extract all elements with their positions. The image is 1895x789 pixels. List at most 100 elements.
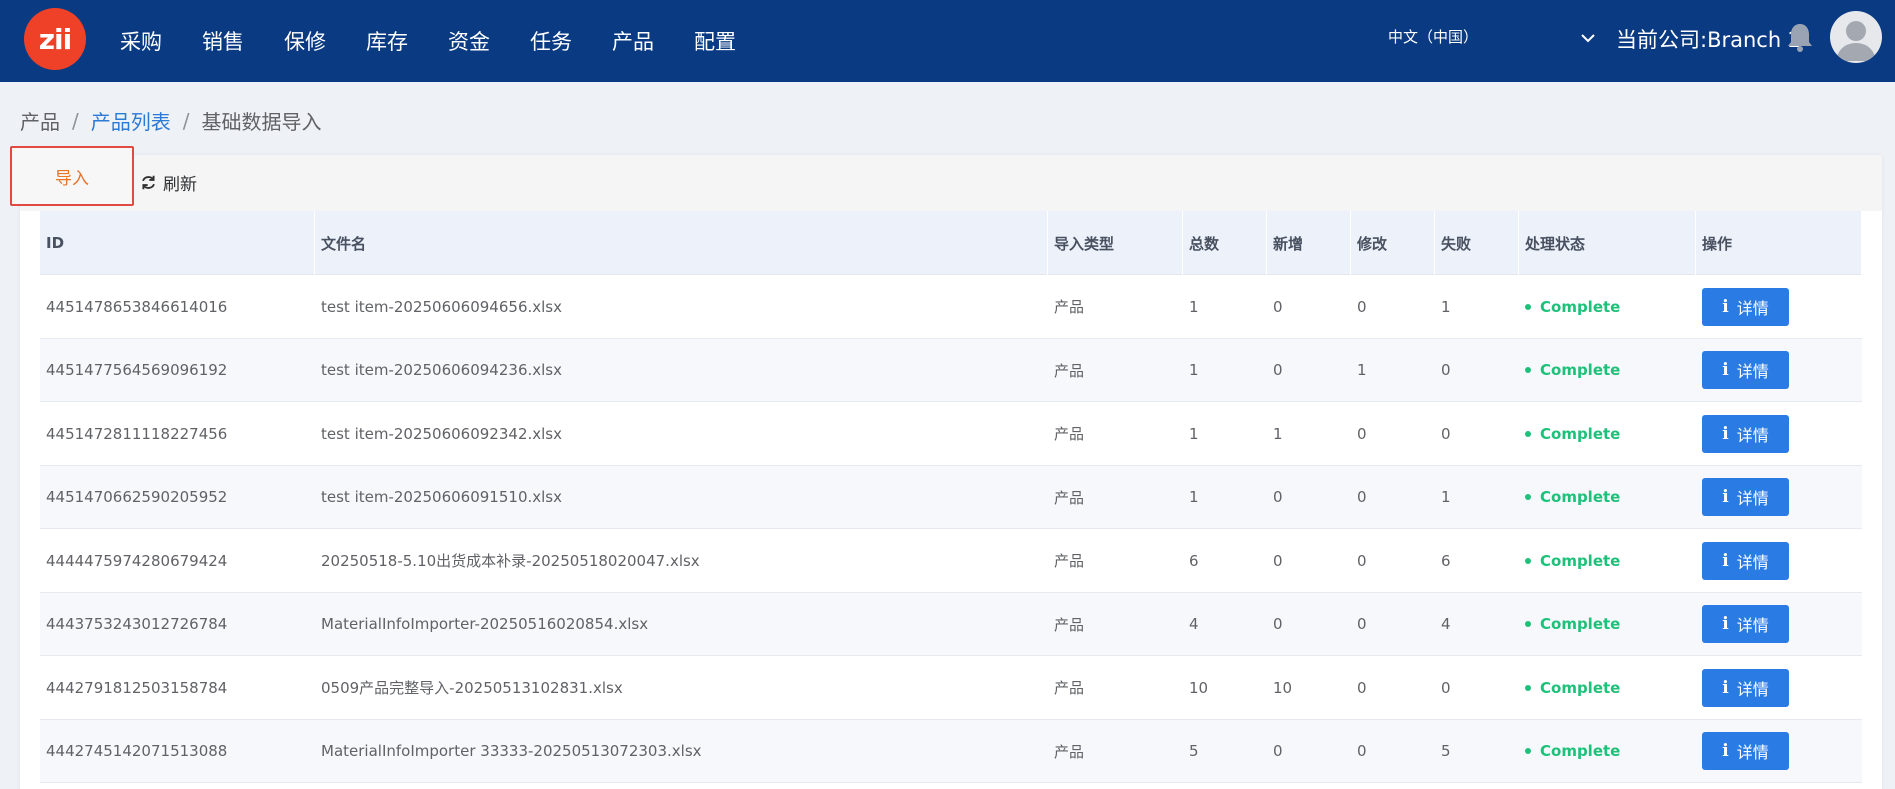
col-status: 处理状态 xyxy=(1519,211,1696,275)
info-icon: i xyxy=(1722,677,1729,698)
info-icon: i xyxy=(1722,614,1729,634)
nav-funds[interactable]: 资金 xyxy=(448,26,490,56)
row-filename: test item-20250606092342.xlsx xyxy=(321,424,562,443)
breadcrumb-product-list[interactable]: 产品列表 xyxy=(91,106,171,135)
user-avatar[interactable] xyxy=(1830,11,1882,63)
row-total: 1 xyxy=(1189,297,1199,316)
import-card: 导入 刷新 ID 文件名 导入类型 总数 新增 修改 失败 处理状态 操作 44… xyxy=(10,146,1882,789)
status-text: Complete xyxy=(1540,424,1621,443)
breadcrumb-separator: / xyxy=(182,108,190,133)
detail-label: 详情 xyxy=(1736,489,1769,508)
row-total: 1 xyxy=(1189,488,1199,506)
row-filename: test item-20250606091510.xlsx xyxy=(321,488,562,506)
import-button[interactable]: 导入 xyxy=(10,146,134,206)
refresh-button[interactable]: 刷新 xyxy=(140,170,197,195)
nav-inventory[interactable]: 库存 xyxy=(366,26,408,56)
nav-sales[interactable]: 销售 xyxy=(202,26,244,56)
row-id: 4443753243012726784 xyxy=(46,615,228,633)
table-row: 4442745142071513088 MaterialInfoImporter … xyxy=(40,719,1862,783)
info-icon: i xyxy=(1722,296,1729,317)
row-import-type: 产品 xyxy=(1054,679,1085,697)
status-badge: Complete xyxy=(1525,425,1620,443)
status-text: Complete xyxy=(1540,615,1621,633)
row-action: i 详情 xyxy=(1696,466,1862,529)
row-failed: 1 xyxy=(1441,297,1451,316)
row-import-type: 产品 xyxy=(1054,615,1085,634)
row-action: i 详情 xyxy=(1696,656,1862,719)
chevron-down-icon[interactable] xyxy=(1578,28,1598,48)
detail-button[interactable]: i 详情 xyxy=(1702,732,1789,770)
row-new: 0 xyxy=(1273,297,1283,316)
row-import-type: 产品 xyxy=(1054,742,1085,761)
current-company[interactable]: 当前公司:Branch 2 xyxy=(1616,24,1801,54)
row-action: i 详情 xyxy=(1696,720,1862,783)
row-failed: 6 xyxy=(1441,551,1451,570)
detail-label: 详情 xyxy=(1736,298,1769,318)
col-import-type: 导入类型 xyxy=(1048,211,1183,275)
bell-icon[interactable] xyxy=(1786,21,1814,53)
language-select[interactable]: 中文（中国） xyxy=(1388,26,1478,47)
col-modified: 修改 xyxy=(1351,211,1435,275)
status-text: Complete xyxy=(1540,361,1621,379)
row-status: Complete xyxy=(1519,529,1696,592)
row-filename: MaterialInfoImporter 33333-2025051307230… xyxy=(321,742,702,760)
status-dot-icon xyxy=(1525,303,1531,310)
col-id: ID xyxy=(40,211,315,275)
nav-warranty[interactable]: 保修 xyxy=(284,26,326,56)
info-icon: i xyxy=(1722,360,1729,380)
detail-button[interactable]: i 详情 xyxy=(1702,351,1789,389)
row-new: 1 xyxy=(1273,424,1283,443)
detail-button[interactable]: i 详情 xyxy=(1702,541,1789,580)
table-row: 4443753243012726784 MaterialInfoImporter-… xyxy=(40,592,1862,656)
status-text: Complete xyxy=(1540,488,1621,506)
table-row: 4451470662590205952 test item-20250606091… xyxy=(40,465,1862,529)
row-modified: 0 xyxy=(1357,615,1367,633)
detail-button[interactable]: i 详情 xyxy=(1702,414,1789,453)
row-failed: 0 xyxy=(1441,678,1451,697)
row-filename: 0509产品完整导入-20250513102831.xlsx xyxy=(321,679,623,697)
table-header: ID 文件名 导入类型 总数 新增 修改 失败 处理状态 操作 xyxy=(40,211,1862,275)
nav-products[interactable]: 产品 xyxy=(612,26,654,56)
status-badge: Complete xyxy=(1525,488,1620,506)
status-badge: Complete xyxy=(1525,679,1620,697)
row-failed: 5 xyxy=(1441,742,1451,760)
row-new: 10 xyxy=(1273,678,1293,697)
main-nav: 采购 销售 保修 库存 资金 任务 产品 配置 xyxy=(100,0,756,82)
status-dot-icon xyxy=(1525,748,1531,754)
nav-tasks[interactable]: 任务 xyxy=(530,26,572,56)
row-total: 4 xyxy=(1189,615,1199,633)
row-import-type: 产品 xyxy=(1054,552,1085,570)
detail-label: 详情 xyxy=(1736,616,1769,635)
status-dot-icon xyxy=(1525,557,1531,564)
row-action: i 详情 xyxy=(1696,529,1862,592)
info-icon: i xyxy=(1722,741,1729,761)
breadcrumb-separator: / xyxy=(72,108,79,133)
row-id: 4451470662590205952 xyxy=(46,488,228,506)
user-icon xyxy=(1836,21,1876,61)
detail-button[interactable]: i 详情 xyxy=(1702,287,1789,326)
detail-button[interactable]: i 详情 xyxy=(1702,478,1789,516)
detail-button[interactable]: i 详情 xyxy=(1702,605,1789,643)
info-icon: i xyxy=(1722,423,1729,444)
detail-button[interactable]: i 详情 xyxy=(1702,668,1789,707)
status-dot-icon xyxy=(1525,367,1531,373)
row-id: 4451472811118227456 xyxy=(46,424,228,443)
status-badge: Complete xyxy=(1525,298,1620,316)
status-text: Complete xyxy=(1540,678,1621,697)
status-dot-icon xyxy=(1525,494,1531,500)
row-status: Complete xyxy=(1519,656,1696,719)
status-text: Complete xyxy=(1540,742,1621,760)
row-modified: 1 xyxy=(1357,361,1367,379)
status-badge: Complete xyxy=(1525,742,1620,760)
detail-label: 详情 xyxy=(1736,679,1769,699)
nav-purchase[interactable]: 采购 xyxy=(120,26,162,56)
row-modified: 0 xyxy=(1357,297,1367,316)
zii-logo[interactable]: zii xyxy=(24,8,86,70)
row-new: 0 xyxy=(1273,361,1283,379)
status-badge: Complete xyxy=(1525,361,1620,379)
row-status: Complete xyxy=(1519,275,1696,338)
row-total: 5 xyxy=(1189,742,1199,760)
row-status: Complete xyxy=(1519,339,1696,402)
nav-config[interactable]: 配置 xyxy=(694,26,736,56)
status-text: Complete xyxy=(1540,297,1621,316)
